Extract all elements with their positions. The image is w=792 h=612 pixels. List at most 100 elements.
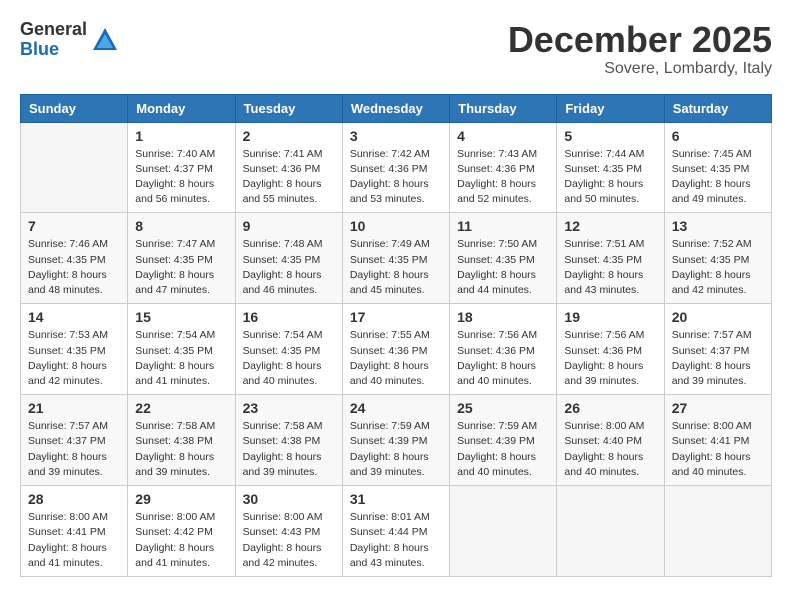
calendar-cell: 14 Sunrise: 7:53 AMSunset: 4:35 PMDayligh… [21,304,128,395]
weekday-header-sunday: Sunday [21,94,128,122]
day-number: 10 [350,218,442,234]
day-number: 14 [28,309,120,325]
day-number: 8 [135,218,227,234]
day-number: 1 [135,128,227,144]
day-info: Sunrise: 7:58 AMSunset: 4:38 PMDaylight:… [135,419,227,480]
calendar-cell: 27 Sunrise: 8:00 AMSunset: 4:41 PMDayligh… [664,395,771,486]
day-number: 31 [350,491,442,507]
day-number: 17 [350,309,442,325]
calendar-cell: 5Sunrise: 7:44 AMSunset: 4:35 PMDaylight… [557,122,664,213]
day-number: 3 [350,128,442,144]
day-number: 23 [243,400,335,416]
day-info: Sunrise: 8:00 AMSunset: 4:40 PMDaylight:… [564,419,656,480]
calendar-cell: 6 Sunrise: 7:45 AMSunset: 4:35 PMDaylight… [664,122,771,213]
calendar-cell: 13 Sunrise: 7:52 AMSunset: 4:35 PMDayligh… [664,213,771,304]
calendar-cell: 31 Sunrise: 8:01 AMSunset: 4:44 PMDayligh… [342,486,449,577]
day-number: 9 [243,218,335,234]
day-number: 26 [564,400,656,416]
day-number: 6 [672,128,764,144]
day-info: Sunrise: 8:00 AMSunset: 4:43 PMDaylight:… [243,510,335,571]
logo-blue-text: Blue [20,40,87,60]
day-info: Sunrise: 7:46 AMSunset: 4:35 PMDaylight:… [28,237,120,298]
day-number: 21 [28,400,120,416]
logo: General Blue [20,20,119,60]
logo-icon [91,26,119,54]
day-info: Sunrise: 8:00 AMSunset: 4:41 PMDaylight:… [28,510,120,571]
day-number: 28 [28,491,120,507]
day-number: 18 [457,309,549,325]
day-number: 11 [457,218,549,234]
day-info: Sunrise: 7:49 AMSunset: 4:35 PMDaylight:… [350,237,442,298]
calendar-cell: 7Sunrise: 7:46 AMSunset: 4:35 PMDaylight… [21,213,128,304]
day-info: Sunrise: 7:59 AMSunset: 4:39 PMDaylight:… [350,419,442,480]
calendar-cell: 20 Sunrise: 7:57 AMSunset: 4:37 PMDayligh… [664,304,771,395]
calendar-cell: 29 Sunrise: 8:00 AMSunset: 4:42 PMDayligh… [128,486,235,577]
calendar-week-row: 1 Sunrise: 7:40 AMSunset: 4:37 PMDaylight… [21,122,772,213]
calendar-cell: 28 Sunrise: 8:00 AMSunset: 4:41 PMDayligh… [21,486,128,577]
day-number: 4 [457,128,549,144]
calendar-header-row: SundayMondayTuesdayWednesdayThursdayFrid… [21,94,772,122]
weekday-header-wednesday: Wednesday [342,94,449,122]
month-title: December 2025 [508,20,772,60]
day-info: Sunrise: 7:40 AMSunset: 4:37 PMDaylight:… [135,147,227,208]
day-info: Sunrise: 7:53 AMSunset: 4:35 PMDaylight:… [28,328,120,389]
day-info: Sunrise: 7:51 AMSunset: 4:35 PMDaylight:… [564,237,656,298]
calendar-cell: 11 Sunrise: 7:50 AMSunset: 4:35 PMDayligh… [450,213,557,304]
day-number: 30 [243,491,335,507]
day-info: Sunrise: 8:00 AMSunset: 4:42 PMDaylight:… [135,510,227,571]
calendar-week-row: 14 Sunrise: 7:53 AMSunset: 4:35 PMDayligh… [21,304,772,395]
calendar-cell: 18Sunrise: 7:56 AMSunset: 4:36 PMDayligh… [450,304,557,395]
calendar-cell: 2 Sunrise: 7:41 AMSunset: 4:36 PMDaylight… [235,122,342,213]
weekday-header-saturday: Saturday [664,94,771,122]
day-number: 5 [564,128,656,144]
page-header: General Blue December 2025 Sovere, Lomba… [20,20,772,78]
calendar-cell: 24Sunrise: 7:59 AMSunset: 4:39 PMDayligh… [342,395,449,486]
calendar-cell: 9Sunrise: 7:48 AMSunset: 4:35 PMDaylight… [235,213,342,304]
day-info: Sunrise: 7:43 AMSunset: 4:36 PMDaylight:… [457,147,549,208]
title-block: December 2025 Sovere, Lombardy, Italy [508,20,772,78]
day-info: Sunrise: 7:52 AMSunset: 4:35 PMDaylight:… [672,237,764,298]
calendar-cell: 3Sunrise: 7:42 AMSunset: 4:36 PMDaylight… [342,122,449,213]
day-number: 15 [135,309,227,325]
calendar-cell: 10 Sunrise: 7:49 AMSunset: 4:35 PMDayligh… [342,213,449,304]
calendar-cell [557,486,664,577]
day-number: 29 [135,491,227,507]
weekday-header-friday: Friday [557,94,664,122]
logo-general-text: General [20,20,87,40]
day-number: 16 [243,309,335,325]
calendar-cell: 16 Sunrise: 7:54 AMSunset: 4:35 PMDayligh… [235,304,342,395]
day-info: Sunrise: 7:54 AMSunset: 4:35 PMDaylight:… [243,328,335,389]
calendar-cell: 12Sunrise: 7:51 AMSunset: 4:35 PMDayligh… [557,213,664,304]
weekday-header-monday: Monday [128,94,235,122]
calendar-cell: 25 Sunrise: 7:59 AMSunset: 4:39 PMDayligh… [450,395,557,486]
weekday-header-thursday: Thursday [450,94,557,122]
calendar-cell: 15 Sunrise: 7:54 AMSunset: 4:35 PMDayligh… [128,304,235,395]
day-info: Sunrise: 7:57 AMSunset: 4:37 PMDaylight:… [672,328,764,389]
calendar-cell: 19 Sunrise: 7:56 AMSunset: 4:36 PMDayligh… [557,304,664,395]
day-info: Sunrise: 7:55 AMSunset: 4:36 PMDaylight:… [350,328,442,389]
day-number: 2 [243,128,335,144]
day-number: 27 [672,400,764,416]
calendar-cell: 30 Sunrise: 8:00 AMSunset: 4:43 PMDayligh… [235,486,342,577]
day-info: Sunrise: 7:59 AMSunset: 4:39 PMDaylight:… [457,419,549,480]
calendar-cell: 17 Sunrise: 7:55 AMSunset: 4:36 PMDayligh… [342,304,449,395]
day-number: 13 [672,218,764,234]
calendar-cell [664,486,771,577]
day-info: Sunrise: 7:50 AMSunset: 4:35 PMDaylight:… [457,237,549,298]
calendar-cell [450,486,557,577]
day-number: 25 [457,400,549,416]
calendar-cell: 8 Sunrise: 7:47 AMSunset: 4:35 PMDaylight… [128,213,235,304]
day-info: Sunrise: 7:54 AMSunset: 4:35 PMDaylight:… [135,328,227,389]
calendar-cell: 22Sunrise: 7:58 AMSunset: 4:38 PMDayligh… [128,395,235,486]
calendar-cell [21,122,128,213]
day-info: Sunrise: 8:00 AMSunset: 4:41 PMDaylight:… [672,419,764,480]
day-info: Sunrise: 8:01 AMSunset: 4:44 PMDaylight:… [350,510,442,571]
day-number: 19 [564,309,656,325]
calendar-week-row: 7Sunrise: 7:46 AMSunset: 4:35 PMDaylight… [21,213,772,304]
day-info: Sunrise: 7:56 AMSunset: 4:36 PMDaylight:… [564,328,656,389]
day-info: Sunrise: 7:41 AMSunset: 4:36 PMDaylight:… [243,147,335,208]
calendar-week-row: 21Sunrise: 7:57 AMSunset: 4:37 PMDayligh… [21,395,772,486]
day-number: 20 [672,309,764,325]
day-info: Sunrise: 7:47 AMSunset: 4:35 PMDaylight:… [135,237,227,298]
day-info: Sunrise: 7:45 AMSunset: 4:35 PMDaylight:… [672,147,764,208]
